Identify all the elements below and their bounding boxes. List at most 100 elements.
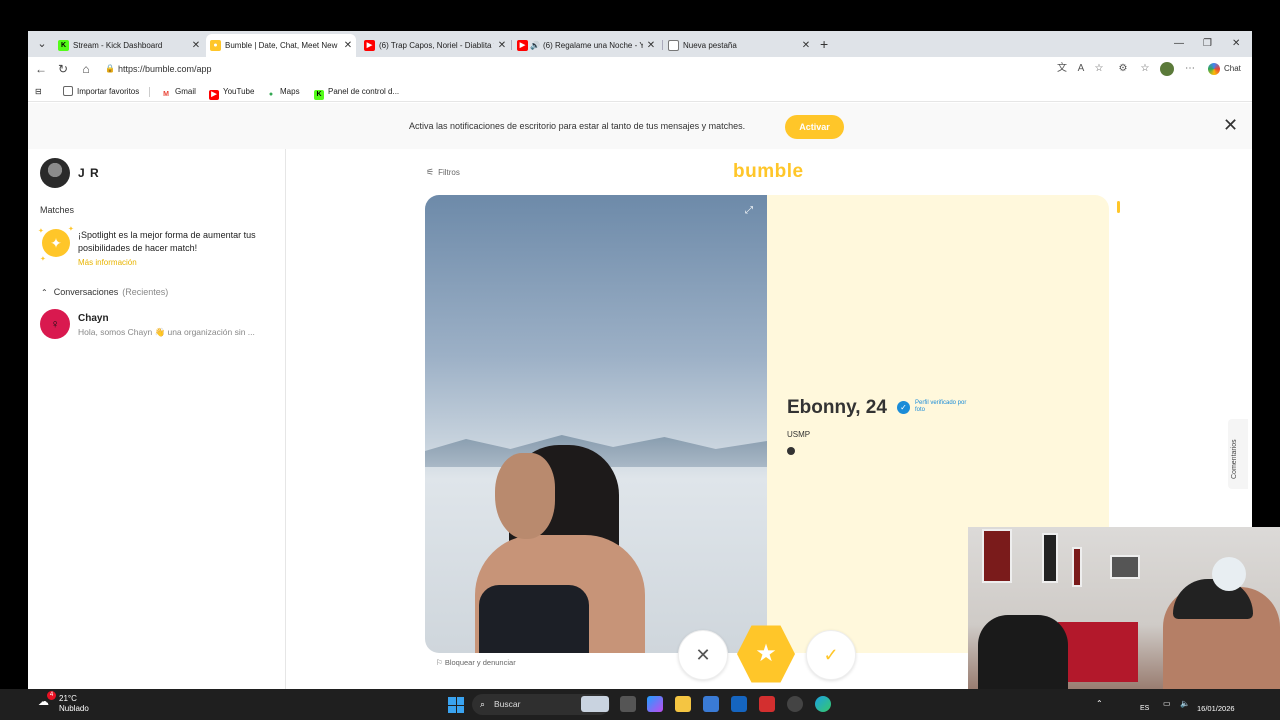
new-tab-plus-icon[interactable]: + (820, 35, 828, 53)
bookmark-import[interactable]: Importar favoritos (63, 85, 139, 98)
tab-separator (511, 40, 512, 50)
speaker-icon[interactable]: 🔊 (530, 34, 540, 57)
close-tab-icon[interactable]: ✕ (646, 34, 656, 57)
star-icon: ★ (755, 640, 777, 667)
extensions-icon[interactable]: ⚙ (1116, 62, 1130, 76)
wall-picture (1110, 555, 1140, 579)
gmail-icon: M (163, 91, 169, 98)
block-report-link[interactable]: ⚐ Bloquear y denunciar (436, 658, 516, 667)
tab-youtube-1[interactable]: ▶ (6) Trap Capos, Noriel - Diablita ft. … (360, 34, 510, 57)
profile-photo[interactable]: ⤢ (425, 195, 767, 653)
url-input[interactable]: 🔒 https://bumble.com/app (100, 59, 1145, 79)
filters-button[interactable]: ⚟ Filtros (426, 167, 460, 178)
chayn-avatar: ♀ (40, 309, 70, 339)
user-name[interactable]: J R (78, 166, 100, 180)
bumble-logo: bumble (733, 161, 804, 182)
edge-icon[interactable] (815, 696, 831, 712)
store-icon[interactable] (703, 696, 719, 712)
tab-new[interactable]: Nueva pestaña ✕ (664, 34, 814, 57)
profile-school: USMP (787, 430, 811, 439)
close-icon[interactable]: ✕ (1223, 116, 1238, 134)
bookmark-separator (149, 87, 150, 97)
bookmark-maps[interactable]: ● Maps (266, 85, 300, 100)
close-tab-icon[interactable]: ✕ (801, 34, 811, 57)
activate-notifications-button[interactable]: Activar (785, 115, 844, 139)
tab-separator (662, 40, 663, 50)
spotlight-more-info-link[interactable]: Más información (78, 258, 137, 267)
education-icon (787, 447, 795, 455)
taskbar: ☁ 4 21°C Nublado ⌕ Buscar ⌃ ES ▭ 🔈 16/01/… (0, 689, 1280, 720)
chevron-up-icon: ⌃ (41, 288, 48, 297)
taskbar-date[interactable]: 16/01/2026 (1197, 704, 1235, 713)
reload-icon[interactable]: ↻ (55, 61, 71, 77)
close-tab-icon[interactable]: ✕ (191, 34, 201, 57)
search-icon: ⌕ (480, 699, 486, 709)
pass-button[interactable]: ✕ (678, 630, 728, 680)
wall-picture (1042, 533, 1058, 583)
task-view-icon[interactable] (620, 696, 636, 712)
read-aloud-icon[interactable]: A (1074, 62, 1088, 76)
copilot-taskbar-icon[interactable] (647, 696, 663, 712)
channel-logo (1212, 557, 1246, 591)
youtube-icon: ▶ (364, 40, 375, 51)
matches-heading: Matches (40, 205, 75, 215)
collections-icon[interactable]: ⊟ (35, 85, 42, 98)
user-avatar[interactable] (40, 158, 70, 188)
tab-youtube-2[interactable]: ▶ (6) Regalame una Noche - Yo 🔊 ✕ (513, 34, 659, 57)
close-tab-icon[interactable]: ✕ (497, 34, 507, 57)
bookmark-kick-panel[interactable]: K Panel de control d... (314, 85, 399, 100)
bumble-icon: ● (210, 40, 221, 51)
back-arrow-icon[interactable]: ← (33, 61, 49, 77)
webcam-overlay (968, 527, 1280, 705)
youtube-icon: ▶ (517, 40, 528, 51)
copilot-chat-button[interactable]: Chat (1208, 61, 1241, 77)
photo-top (479, 585, 589, 653)
bookmark-gmail[interactable]: M Gmail (161, 85, 196, 100)
home-icon[interactable]: ⌂ (78, 61, 94, 77)
more-menu-icon[interactable]: ⋯ (1183, 62, 1197, 76)
obs-icon[interactable] (787, 696, 803, 712)
page-icon (668, 40, 679, 51)
tab-strip: ⌄ K Stream - Kick Dashboard ✕ ● Bumble |… (28, 31, 1252, 57)
youtube-icon: ▶ (209, 90, 219, 100)
tray-chevron-icon[interactable]: ⌃ (1096, 699, 1103, 708)
search-highlight-icon[interactable] (581, 696, 609, 712)
windows-start-icon[interactable] (448, 697, 464, 713)
mail-icon[interactable] (759, 696, 775, 712)
like-button[interactable]: ✓ (806, 630, 856, 680)
notification-banner: Activa las notificaciones de escritorio … (28, 103, 1252, 149)
file-explorer-icon[interactable] (675, 696, 691, 712)
close-tab-icon[interactable]: ✕ (343, 34, 353, 57)
site-info-icon[interactable]: 🔒 (105, 59, 115, 79)
card-scroll-indicator (1117, 201, 1120, 213)
language-indicator[interactable]: ES (1140, 705, 1149, 712)
comments-tab[interactable]: Comentarios (1228, 419, 1248, 489)
outlook-icon[interactable] (731, 696, 747, 712)
wall-picture (982, 529, 1012, 583)
network-icon[interactable]: ▭ (1163, 699, 1171, 708)
restore-icon[interactable]: ❐ (1203, 35, 1212, 53)
photo-face (495, 453, 555, 539)
tab-kick[interactable]: K Stream - Kick Dashboard ✕ (54, 34, 204, 57)
kick-icon: K (58, 40, 69, 51)
sidebar: J R Matches ✦ ✦ ✦ ✦ ¡Spotlight es la mej… (28, 149, 286, 689)
window-close-icon[interactable]: ✕ (1232, 35, 1240, 53)
volume-icon[interactable]: 🔈 (1180, 699, 1190, 708)
verified-label: Perfil verificado por foto (915, 400, 967, 413)
close-icon: ✕ (695, 645, 711, 665)
folder-icon (63, 86, 73, 96)
favorites-icon[interactable]: ☆ (1138, 62, 1152, 76)
bookmark-youtube[interactable]: ▶ YouTube (209, 85, 254, 100)
expand-icon[interactable]: ⤢ (745, 205, 753, 216)
minimize-icon[interactable]: — (1174, 35, 1184, 53)
tab-bumble[interactable]: ● Bumble | Date, Chat, Meet New Pe ✕ (206, 34, 356, 57)
translate-icon[interactable]: 文 (1055, 62, 1069, 76)
favorite-star-icon[interactable]: ☆ (1092, 62, 1106, 76)
profile-name: Ebonny, 24 (787, 397, 887, 418)
maps-pin-icon: ● (268, 91, 274, 98)
spotlight-icon[interactable]: ✦ (42, 229, 70, 257)
tab-actions-chevron-icon[interactable]: ⌄ (32, 35, 52, 53)
conversations-heading[interactable]: ⌃ Conversaciones (Recientes) (41, 287, 168, 297)
sparkle-icon: ✦ (38, 228, 44, 235)
profile-avatar-icon[interactable] (1160, 62, 1174, 76)
